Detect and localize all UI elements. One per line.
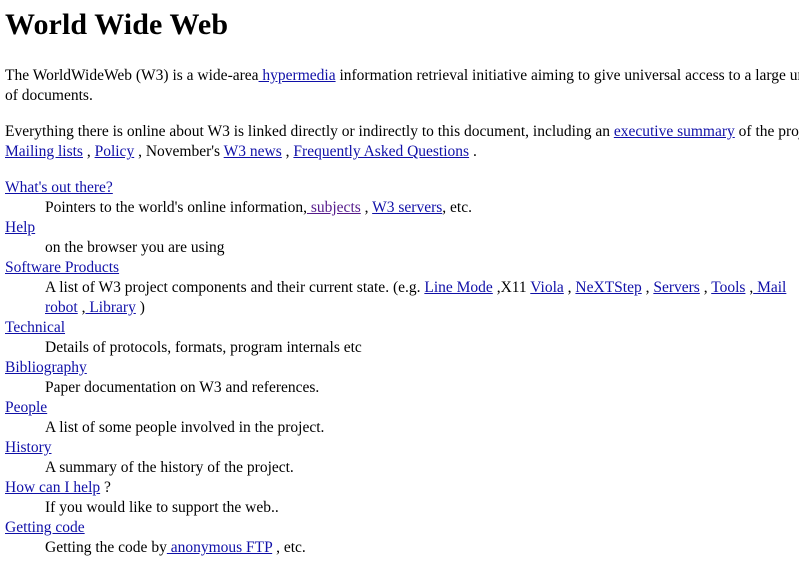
- topic-description: A list of some people involved in the pr…: [45, 419, 325, 436]
- separator: ,: [281, 143, 294, 160]
- description-text: , etc.: [272, 539, 306, 556]
- description-text: A list of W3 project components and thei…: [45, 279, 425, 296]
- topic-description: Details of protocols, formats, program i…: [45, 339, 362, 356]
- topic-history: History: [5, 438, 799, 458]
- overview-text: Everything there is online about W3 is l…: [5, 123, 614, 140]
- topic-description: A list of W3 project components and thei…: [45, 278, 790, 318]
- executive-summary-link[interactable]: executive summary: [614, 123, 735, 140]
- hypermedia-link[interactable]: hypermedia: [259, 67, 335, 84]
- intro-paragraph: The WorldWideWeb (W3) is a wide-area hyp…: [5, 66, 799, 106]
- help-link[interactable]: Help: [5, 219, 35, 236]
- topic-people: People: [5, 398, 799, 418]
- whats-out-there-link[interactable]: What's out there?: [5, 179, 113, 196]
- topic-description: If you would like to support the web..: [45, 499, 279, 516]
- separator: ,: [641, 279, 654, 296]
- people-link[interactable]: People: [5, 399, 47, 416]
- nextstep-link[interactable]: NeXTStep: [575, 279, 641, 296]
- servers-link[interactable]: Servers: [653, 279, 700, 296]
- w3-servers-link[interactable]: W3 servers: [372, 199, 442, 216]
- novembers-text: , November's: [134, 143, 224, 160]
- topic-getting-code: Getting code: [5, 518, 799, 538]
- topic-description: Pointers to the world's online informati…: [45, 198, 790, 218]
- technical-link[interactable]: Technical: [5, 319, 65, 336]
- topic-help: Help: [5, 218, 799, 238]
- question-mark: ?: [100, 479, 111, 496]
- anonymous-ftp-link[interactable]: anonymous FTP: [167, 539, 272, 556]
- getting-code-link[interactable]: Getting code: [5, 519, 85, 536]
- intro-text: The WorldWideWeb (W3) is a wide-area: [5, 67, 259, 84]
- topic-description: A summary of the history of the project.: [45, 459, 294, 476]
- intro-text-line2: of documents.: [5, 87, 93, 104]
- history-link[interactable]: History: [5, 439, 52, 456]
- policy-link[interactable]: Policy: [95, 143, 135, 160]
- line-mode-link[interactable]: Line Mode: [424, 279, 492, 296]
- faq-link[interactable]: Frequently Asked Questions: [293, 143, 469, 160]
- topic-software-products: Software Products: [5, 258, 799, 278]
- topic-bibliography: Bibliography: [5, 358, 799, 378]
- description-text: , etc.: [442, 199, 472, 216]
- how-can-i-help-link[interactable]: How can I help: [5, 479, 100, 496]
- library-link[interactable]: Library: [85, 299, 135, 316]
- page-title: World Wide Web: [5, 8, 229, 41]
- separator: ,: [699, 279, 712, 296]
- topics-list: What's out there? Pointers to the world'…: [5, 178, 799, 558]
- separator: ,: [82, 143, 95, 160]
- bibliography-link[interactable]: Bibliography: [5, 359, 87, 376]
- topic-description: Paper documentation on W3 and references…: [45, 379, 320, 396]
- topic-whats-out-there: What's out there?: [5, 178, 799, 198]
- topic-how-can-i-help: How can I help ?: [5, 478, 799, 498]
- period: .: [469, 143, 477, 160]
- intro-text-continued: information retrieval initiative aiming …: [335, 67, 799, 84]
- mailing-lists-link[interactable]: Mailing lists: [5, 143, 83, 160]
- overview-text-continued: of the project,: [738, 123, 799, 140]
- close-paren: ): [135, 299, 145, 316]
- topic-description: on the browser you are using: [45, 239, 225, 256]
- software-products-link[interactable]: Software Products: [5, 259, 119, 276]
- separator: ,: [563, 279, 576, 296]
- w3-news-link[interactable]: W3 news: [224, 143, 282, 160]
- description-text: Pointers to the world's online informati…: [45, 199, 307, 216]
- tools-link[interactable]: Tools: [711, 279, 745, 296]
- x11-text: ,X11: [492, 279, 531, 296]
- separator: ,: [360, 199, 373, 216]
- topic-technical: Technical: [5, 318, 799, 338]
- subjects-link[interactable]: subjects: [307, 199, 361, 216]
- description-text: Getting the code by: [45, 539, 167, 556]
- overview-paragraph: Everything there is online about W3 is l…: [5, 122, 799, 162]
- topic-description: Getting the code by anonymous FTP , etc.: [45, 538, 790, 558]
- viola-link[interactable]: Viola: [530, 279, 564, 296]
